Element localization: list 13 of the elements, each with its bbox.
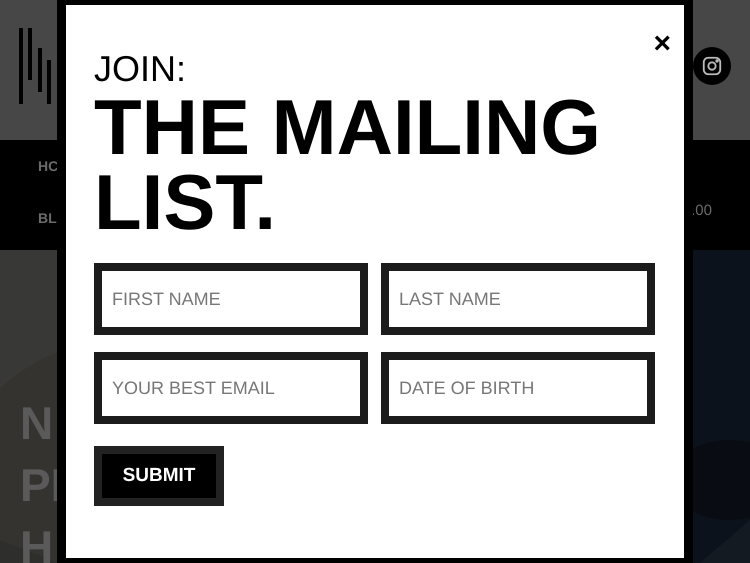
- submit-button[interactable]: SUBMIT: [94, 446, 224, 506]
- logo-icon: [18, 28, 52, 104]
- nav-link[interactable]: BL: [38, 210, 58, 226]
- modal-title: THE MAILING LIST.: [94, 90, 602, 240]
- cart-total: .00: [691, 202, 712, 221]
- instagram-icon[interactable]: [693, 47, 731, 85]
- input-field[interactable]: FIRST NAME: [94, 263, 368, 335]
- input-field[interactable]: LAST NAME: [381, 263, 655, 335]
- close-button[interactable]: ×: [649, 29, 675, 59]
- input-field[interactable]: DATE OF BIRTH: [381, 352, 655, 424]
- nav-link[interactable]: HC: [38, 158, 58, 174]
- input-field[interactable]: YOUR BEST EMAIL: [94, 352, 368, 424]
- modal-kicker: JOIN:: [94, 49, 188, 89]
